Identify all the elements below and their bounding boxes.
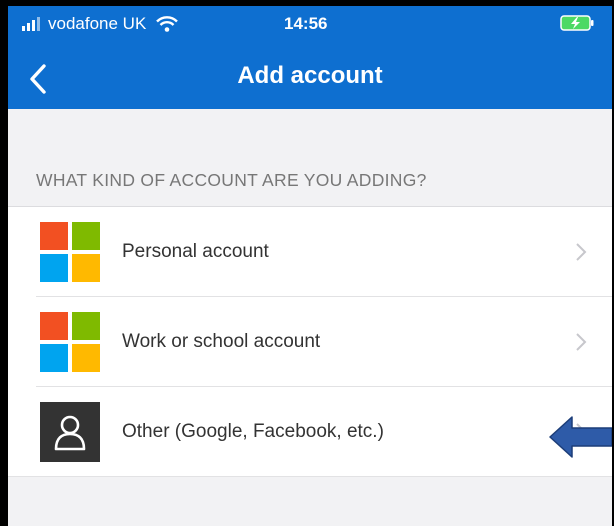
chevron-right-icon [576,243,587,261]
personal-account-option[interactable]: Personal account [8,207,612,297]
wifi-icon [156,16,179,32]
account-type-list: Personal account Work or school account [8,206,612,477]
page-title: Add account [237,62,383,89]
status-time: 14:56 [284,14,328,33]
divider [8,476,612,477]
top-bar: vodafone UK 14:56 Add account [8,6,612,109]
person-icon [40,402,100,462]
cellular-signal-icon [22,17,40,31]
chevron-right-icon [576,333,587,351]
microsoft-logo-icon [40,222,100,282]
microsoft-logo-icon [40,312,100,372]
work-school-account-label: Work or school account [122,331,321,352]
carrier-name: vodafone UK [48,14,147,33]
left-pointing-arrow-icon [549,416,612,458]
work-school-account-option[interactable]: Work or school account [8,297,612,387]
section-header: WHAT KIND OF ACCOUNT ARE YOU ADDING? [36,170,427,190]
other-account-label: Other (Google, Facebook, etc.) [122,421,384,442]
status-carrier: vodafone UK [22,14,179,34]
other-account-option[interactable]: Other (Google, Facebook, etc.) [8,387,612,477]
personal-account-label: Personal account [122,241,269,262]
battery-charging-icon [560,15,594,31]
phone-screen: vodafone UK 14:56 Add account WHAT KIND … [8,6,612,526]
